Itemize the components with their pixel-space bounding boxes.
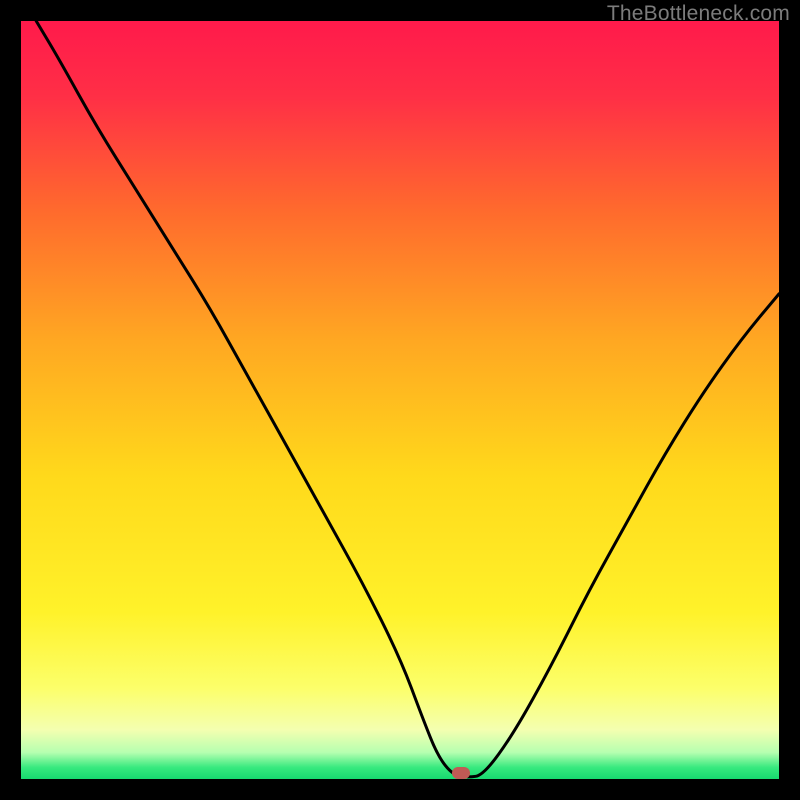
watermark-text: TheBottleneck.com (607, 2, 790, 26)
chart-frame: TheBottleneck.com (0, 0, 800, 800)
bottleneck-curve (21, 21, 779, 779)
plot-area (21, 21, 779, 779)
optimal-point-marker (452, 767, 470, 779)
